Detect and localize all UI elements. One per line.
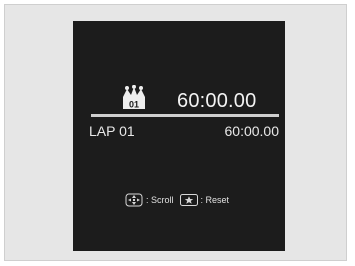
divider (91, 114, 279, 117)
star-button-icon (179, 194, 198, 206)
reset-hint-label: : Reset (200, 195, 230, 205)
best-lap-time: 60:00.00 (177, 90, 257, 112)
crown-badge-number: 01 (129, 100, 139, 110)
scroll-hint-label: : Scroll (146, 195, 174, 205)
crown-icon: 01 (120, 84, 148, 111)
controls-hint: : Scroll : Reset (125, 193, 229, 207)
lap-time: 60:00.00 (224, 123, 280, 139)
dpad-scroll-icon (125, 193, 143, 207)
display-screen: 01 60:00.00 LAP 01 60:00.00 : Scroll: R… (73, 21, 285, 251)
figure-frame: 01 60:00.00 LAP 01 60:00.00 : Scroll: R… (4, 4, 347, 261)
lap-label: LAP 01 (89, 123, 135, 139)
